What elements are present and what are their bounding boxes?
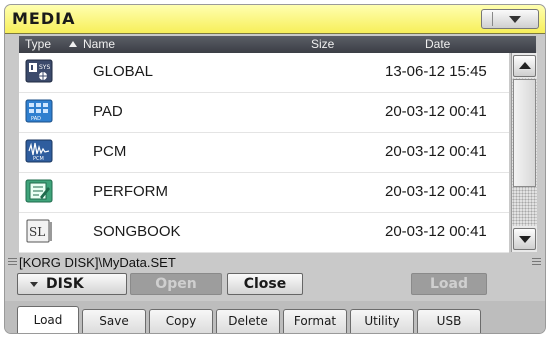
- title-bar: MEDIA: [5, 5, 545, 34]
- device-selector[interactable]: DISK: [17, 273, 127, 295]
- tab-save[interactable]: Save: [82, 309, 146, 333]
- arrow-down-icon: [519, 236, 531, 243]
- tab-delete[interactable]: Delete: [216, 309, 280, 333]
- list-item[interactable]: PCM PCM 20-03-12 00:41: [19, 133, 509, 173]
- page-menu-button[interactable]: [481, 9, 539, 29]
- arrow-up-icon: [519, 62, 531, 69]
- pad-icon: PAD: [25, 99, 53, 123]
- open-button[interactable]: Open: [130, 273, 222, 295]
- file-date: 20-03-12 00:41: [385, 103, 487, 120]
- svg-text:SL: SL: [29, 225, 45, 239]
- file-name: PERFORM: [93, 183, 168, 200]
- scroll-up-button[interactable]: [513, 55, 536, 77]
- tab-copy[interactable]: Copy: [149, 309, 213, 333]
- chevron-down-icon: [30, 282, 38, 287]
- tab-bar: Load Save Copy Delete Format Utility USB: [5, 301, 545, 333]
- file-name: PAD: [93, 103, 123, 120]
- list-item[interactable]: SL SONGBOOK 20-03-12 00:41: [19, 213, 509, 253]
- list-scrollbar[interactable]: [511, 53, 537, 252]
- perform-icon: [25, 179, 53, 203]
- file-date: 20-03-12 00:41: [385, 223, 487, 240]
- file-name: PCM: [93, 143, 127, 160]
- svg-text:PAD: PAD: [31, 116, 41, 122]
- tab-load[interactable]: Load: [17, 306, 79, 333]
- tab-format[interactable]: Format: [283, 309, 347, 333]
- device-label: DISK: [46, 276, 84, 292]
- file-date: 20-03-12 00:41: [385, 183, 487, 200]
- path-bar: [KORG DISK]\MyData.SET: [5, 255, 545, 271]
- list-item[interactable]: SYS GLOBAL 13-06-12 15:45: [19, 53, 509, 93]
- pcm-icon: PCM: [25, 139, 53, 163]
- column-size-header[interactable]: Size: [311, 37, 334, 51]
- svg-text:SYS: SYS: [39, 64, 50, 71]
- svg-text:PCM: PCM: [33, 156, 44, 162]
- tab-usb[interactable]: USB: [417, 309, 481, 333]
- menu-separator: [492, 12, 493, 26]
- songbook-icon: SL: [26, 219, 52, 243]
- grip-icon: [532, 258, 541, 266]
- tab-utility[interactable]: Utility: [350, 309, 414, 333]
- column-date-header[interactable]: Date: [425, 37, 450, 51]
- file-date: 13-06-12 15:45: [385, 63, 487, 80]
- file-date: 20-03-12 00:41: [385, 143, 487, 160]
- grip-icon: [8, 258, 17, 266]
- file-name: SONGBOOK: [93, 223, 181, 240]
- file-name: GLOBAL: [93, 63, 154, 80]
- column-name-header[interactable]: Name: [83, 37, 115, 51]
- sort-ascending-icon: [69, 41, 77, 47]
- scroll-down-button[interactable]: [513, 228, 536, 250]
- close-button[interactable]: Close: [227, 273, 303, 295]
- list-item[interactable]: PAD PAD 20-03-12 00:41: [19, 93, 509, 133]
- media-screen: MEDIA Type Name Size Date SYS GLOBAL 13-…: [5, 5, 545, 333]
- column-header: Type Name Size Date: [19, 36, 536, 53]
- file-list: SYS GLOBAL 13-06-12 15:45 PAD PAD 20-03-…: [19, 53, 509, 253]
- column-type-header[interactable]: Type: [25, 37, 51, 51]
- list-item[interactable]: PERFORM 20-03-12 00:41: [19, 173, 509, 213]
- chevron-down-icon: [509, 16, 521, 23]
- current-path: [KORG DISK]\MyData.SET: [19, 255, 176, 270]
- page-title: MEDIA: [12, 9, 76, 28]
- scroll-thumb[interactable]: [513, 79, 536, 187]
- global-set-icon: SYS: [25, 59, 53, 83]
- load-button[interactable]: Load: [411, 273, 487, 295]
